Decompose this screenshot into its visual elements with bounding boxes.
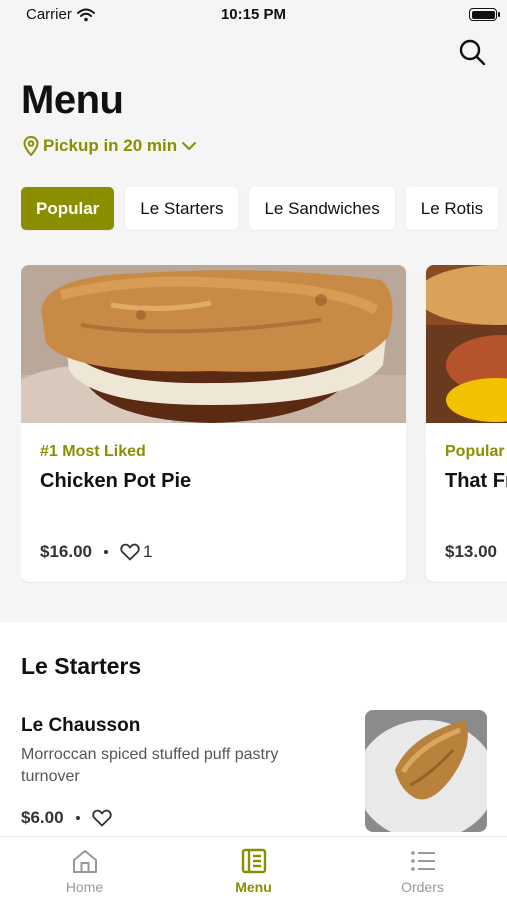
card-meta: $13.00	[445, 542, 497, 562]
pickup-selector[interactable]: Pickup in 20 min	[23, 136, 197, 156]
item-price: $6.00	[21, 808, 64, 827]
card-price: $16.00	[40, 542, 92, 561]
card-meta: $16.00 1	[40, 542, 152, 562]
sandwich-image	[426, 265, 507, 423]
category-chip-popular[interactable]: Popular	[21, 187, 115, 230]
item-name[interactable]: Le Chausson	[21, 715, 140, 737]
heart-icon[interactable]	[91, 809, 112, 827]
featured-card[interactable]: #1 Most Liked Chicken Pot Pie $16.00 1	[21, 265, 406, 582]
tab-orders-label: Orders	[401, 879, 444, 895]
tab-menu[interactable]: Menu	[169, 837, 338, 900]
list-icon	[410, 851, 435, 871]
category-chips: Popular Le Starters Le Sandwiches Le Rot…	[21, 187, 507, 231]
card-title: That Fr	[445, 470, 507, 492]
tab-home-label: Home	[65, 879, 104, 895]
search-icon	[459, 39, 486, 66]
separator-dot	[104, 550, 108, 554]
location-pin-icon	[23, 136, 39, 156]
tab-menu-label: Menu	[235, 879, 272, 895]
category-chip-sandwiches[interactable]: Le Sandwiches	[249, 187, 395, 230]
featured-carousel: #1 Most Liked Chicken Pot Pie $16.00 1 P…	[21, 265, 507, 583]
item-thumbnail[interactable]	[365, 710, 487, 832]
status-bar: Carrier 10:15 PM	[0, 0, 507, 28]
featured-card[interactable]: Popular That Fr $13.00	[426, 265, 507, 582]
chicken-pot-pie-image	[21, 265, 406, 423]
card-tag: #1 Most Liked	[40, 443, 146, 460]
separator-dot	[75, 816, 80, 820]
item-meta: $6.00	[21, 808, 112, 828]
like-count: 1	[143, 542, 153, 561]
status-time: 10:15 PM	[220, 6, 287, 23]
card-tag: Popular	[445, 443, 505, 460]
menu-book-icon	[241, 848, 266, 874]
chevron-down-icon	[182, 142, 197, 150]
heart-icon	[120, 543, 140, 561]
page-title: Menu	[21, 78, 124, 122]
card-title: Chicken Pot Pie	[40, 470, 192, 492]
like-button[interactable]: 1	[120, 542, 152, 562]
search-button[interactable]	[456, 36, 488, 68]
battery-icon	[469, 8, 500, 21]
tab-orders[interactable]: Orders	[338, 837, 507, 900]
section-title: Le Starters	[21, 653, 142, 679]
category-chip-starters[interactable]: Le Starters	[125, 187, 239, 230]
card-price: $13.00	[445, 542, 497, 561]
item-description: Morroccan spiced stuffed puff pastry tur…	[21, 746, 279, 785]
tab-home[interactable]: Home	[0, 837, 169, 900]
category-chip-rotis[interactable]: Le Rotis	[405, 187, 499, 230]
pickup-label: Pickup in 20 min	[43, 136, 178, 155]
home-icon	[72, 850, 97, 873]
tab-bar: Home Menu Orders	[0, 836, 507, 900]
